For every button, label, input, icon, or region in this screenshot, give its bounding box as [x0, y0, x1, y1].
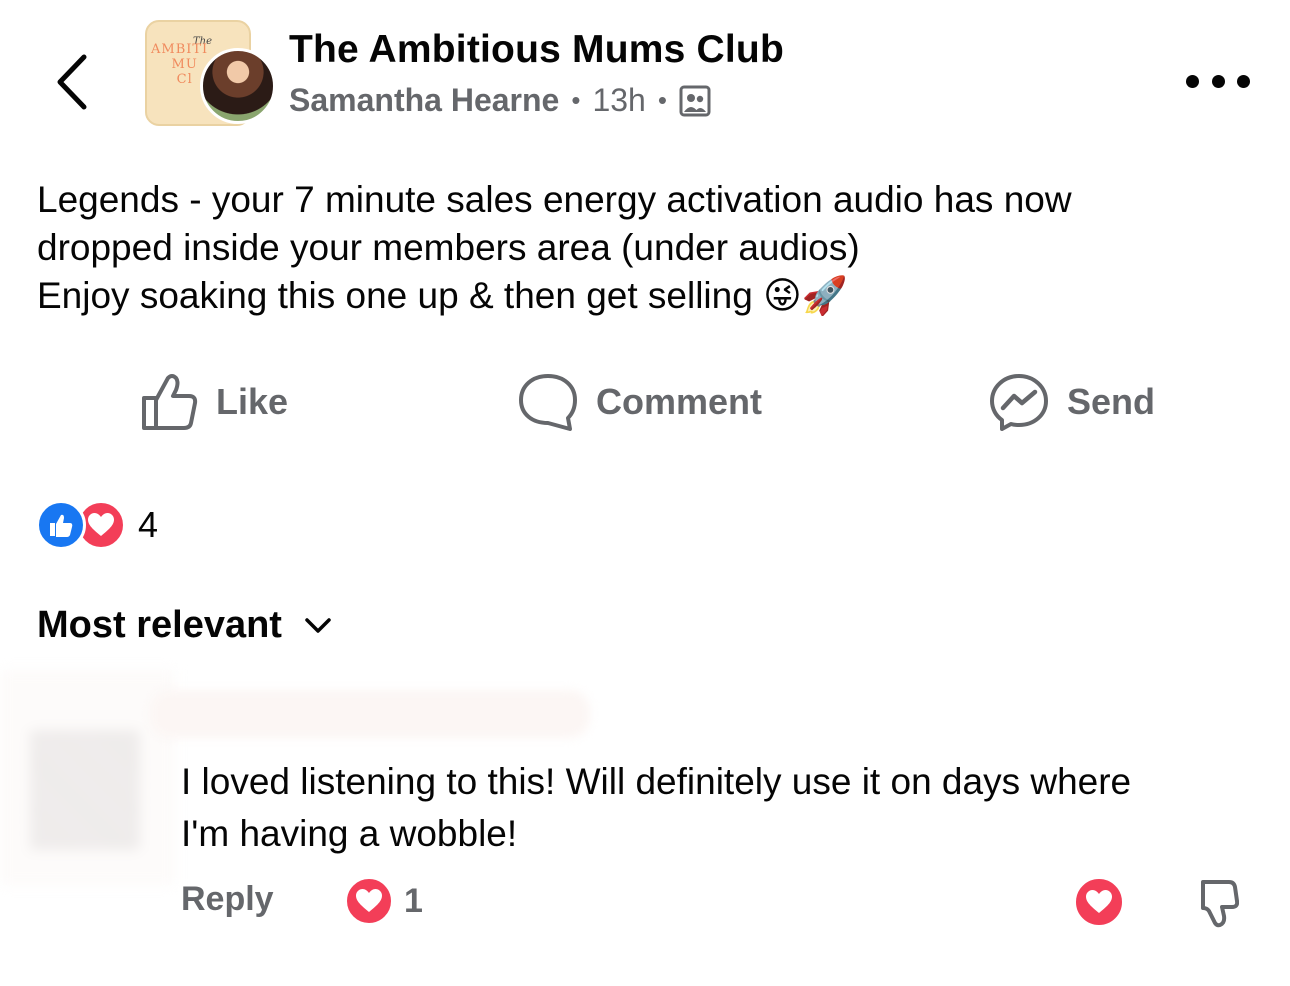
- back-button[interactable]: [46, 50, 96, 114]
- like-reaction-icon: [36, 500, 86, 550]
- thumbs-down-icon: [1201, 880, 1240, 928]
- reactions-summary[interactable]: 4: [36, 500, 158, 550]
- redacted-commenter-avatar: [0, 670, 175, 885]
- post-line: Enjoy soaking this one up & then get sel…: [37, 275, 848, 316]
- chevron-left-icon: [57, 54, 87, 110]
- comment-bubble-icon: [519, 374, 577, 431]
- post-time[interactable]: 13h: [592, 82, 645, 119]
- group-members-icon: [679, 85, 711, 116]
- author-name[interactable]: Samantha Hearne: [289, 82, 559, 119]
- more-horizontal-icon: [1186, 74, 1199, 88]
- author-avatar[interactable]: [200, 48, 276, 124]
- thumbs-up-icon: [142, 374, 198, 430]
- comment-button[interactable]: Comment: [518, 372, 762, 432]
- group-title[interactable]: The Ambitious Mums Club: [289, 28, 784, 72]
- reaction-count: 4: [138, 504, 159, 545]
- love-reaction-icon: [344, 876, 394, 926]
- more-options-button[interactable]: [1186, 64, 1250, 98]
- comment-reaction-count: 1: [404, 881, 423, 920]
- comment-sort-dropdown[interactable]: Most relevant: [37, 604, 332, 647]
- post-meta: Samantha Hearne • 13h •: [289, 82, 711, 119]
- more-horizontal-icon: [1211, 74, 1225, 88]
- meta-separator: •: [657, 85, 667, 115]
- messenger-icon: [990, 374, 1048, 431]
- comment-line: I loved listening to this! Will definite…: [181, 761, 1132, 802]
- redacted-commenter-name: [150, 690, 590, 738]
- send-button[interactable]: Send: [989, 372, 1155, 432]
- downvote-button[interactable]: [1195, 878, 1240, 933]
- comment-actions: Reply 1: [181, 872, 1241, 932]
- post-line: dropped inside your members area (under …: [37, 227, 860, 268]
- send-label: Send: [1067, 381, 1156, 422]
- love-button[interactable]: [1073, 876, 1125, 928]
- sort-label: Most relevant: [37, 604, 282, 646]
- reply-button[interactable]: Reply: [181, 880, 274, 919]
- like-label: Like: [216, 381, 289, 422]
- chevron-down-icon: [305, 617, 331, 633]
- more-horizontal-icon: [1237, 74, 1250, 88]
- meta-separator: •: [571, 85, 581, 115]
- like-button[interactable]: Like: [140, 372, 288, 432]
- comment-reactions[interactable]: 1: [344, 876, 423, 926]
- comment-line: I'm having a wobble!: [181, 813, 518, 854]
- comment-body: I loved listening to this! Will definite…: [181, 756, 1271, 860]
- comment-label: Comment: [596, 381, 763, 422]
- post-body: Legends - your 7 minute sales energy act…: [37, 176, 1257, 320]
- love-reaction-icon: [1073, 876, 1125, 928]
- post-line: Legends - your 7 minute sales energy act…: [37, 179, 1072, 220]
